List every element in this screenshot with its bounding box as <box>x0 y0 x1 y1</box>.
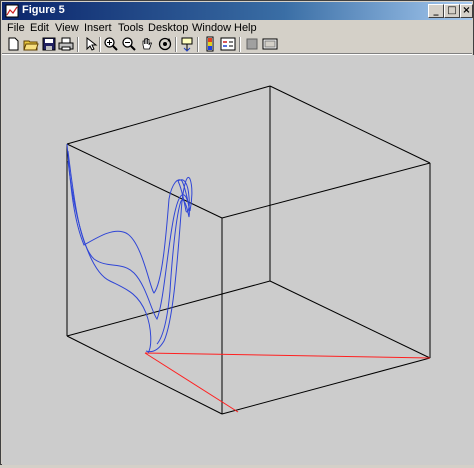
floor-projection-curve <box>144 352 431 413</box>
edit-plot-arrow-icon[interactable] <box>82 36 98 52</box>
menu-insert[interactable]: Insert <box>84 22 112 34</box>
close-button[interactable]: × <box>460 4 473 18</box>
pan-hand-icon[interactable] <box>139 36 155 52</box>
axes-box <box>66 85 431 415</box>
menu-window[interactable]: Window <box>192 22 231 34</box>
zoom-out-icon[interactable] <box>121 36 137 52</box>
menu-tools[interactable]: Tools <box>118 22 144 34</box>
figure-window: Figure 5 _ □ × File Edit View Insert Too… <box>0 0 474 465</box>
toolbar-separator <box>99 37 101 52</box>
zoom-in-icon[interactable] <box>103 36 119 52</box>
toolbar-separator <box>197 37 199 52</box>
title-bar[interactable]: Figure 5 _ □ × <box>2 2 473 20</box>
save-icon[interactable] <box>41 36 57 52</box>
menu-edit[interactable]: Edit <box>30 22 49 34</box>
axes-3d[interactable] <box>2 55 474 465</box>
data-cursor-icon[interactable] <box>179 36 195 52</box>
matlab-figure-icon <box>5 4 19 18</box>
menu-view[interactable]: View <box>55 22 79 34</box>
toolbar-separator <box>239 37 241 52</box>
insert-colorbar-icon[interactable] <box>202 36 218 52</box>
menu-help[interactable]: Help <box>234 22 257 34</box>
toolbar-separator <box>175 37 177 52</box>
rotate-3d-icon[interactable] <box>157 36 173 52</box>
show-plot-tools-icon[interactable] <box>262 36 278 52</box>
minimize-button[interactable]: _ <box>428 4 444 18</box>
figure-toolbar <box>2 36 472 53</box>
trajectory-curve <box>66 143 193 354</box>
insert-legend-icon[interactable] <box>220 36 236 52</box>
toolbar-separator <box>77 37 79 52</box>
open-file-icon[interactable] <box>23 36 39 52</box>
maximize-button[interactable]: □ <box>444 4 460 18</box>
new-figure-icon[interactable] <box>5 36 21 52</box>
figure-canvas[interactable] <box>2 55 474 465</box>
hide-plot-tools-icon[interactable] <box>244 36 260 52</box>
menu-file[interactable]: File <box>7 22 25 34</box>
print-icon[interactable] <box>58 36 74 52</box>
window-title: Figure 5 <box>22 4 65 16</box>
menu-desktop[interactable]: Desktop <box>148 22 188 34</box>
